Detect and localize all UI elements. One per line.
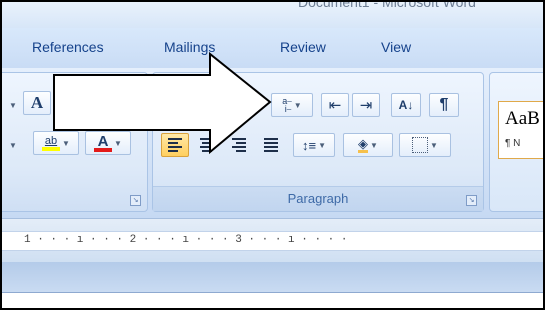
paragraph-group: a⎯ i⎯ ▼ ⇤ ⇥ A↓ ¶ ↕≡ ▼ ◈ ▼ ▼ Paragraph ↘: [152, 72, 484, 212]
horizontal-ruler[interactable]: 1 · · · ı · · · 2 · · · ı · · · 3 · · · …: [2, 218, 543, 263]
shading-button[interactable]: ◈ ▼: [343, 133, 393, 157]
align-center-icon: [200, 138, 214, 152]
line-spacing-icon: ↕≡: [301, 137, 317, 153]
paragraph-group-label: Paragraph: [153, 186, 483, 211]
window-title: Document1 - Microsoft Word: [298, 0, 476, 10]
ruler-marks: 1 · · · ı · · · 2 · · · ı · · · 3 · · · …: [24, 234, 348, 246]
style-name: ¶ N: [505, 138, 521, 149]
highlight-button[interactable]: ab ▼: [33, 131, 79, 155]
line-spacing-button[interactable]: ↕≡ ▼: [293, 133, 335, 157]
show-hide-button[interactable]: ¶: [429, 93, 459, 117]
font-color-bar: [94, 147, 113, 152]
increase-indent-icon: ⇥: [359, 97, 373, 114]
font-color-icon: A: [97, 132, 109, 150]
tab-mailings[interactable]: Mailings: [164, 39, 215, 55]
align-right-button[interactable]: [225, 133, 253, 157]
justify-icon: [264, 138, 278, 152]
highlight-color-bar: [42, 146, 61, 151]
grow-font-button[interactable]: A: [23, 91, 51, 115]
title-bar: Document1 - Microsoft Word: [2, 2, 543, 28]
styles-group: AaB ¶ N: [489, 72, 543, 212]
document-page[interactable]: [2, 292, 543, 308]
increase-indent-button[interactable]: ⇥: [352, 93, 380, 117]
document-background: [2, 262, 543, 292]
align-right-icon: [232, 138, 246, 152]
grow-font-icon: A: [30, 93, 44, 112]
pilcrow-icon: ¶: [439, 96, 449, 113]
sort-icon: A↓: [398, 98, 414, 112]
tab-review[interactable]: Review: [280, 39, 326, 55]
center-button[interactable]: [193, 133, 221, 157]
highlighter-icon: ab: [44, 134, 58, 147]
multilevel-list-icon: a⎯ i⎯: [282, 96, 292, 114]
word-window: Document1 - Microsoft Word References Ma…: [0, 0, 545, 310]
font-group: ▼ A ▼ ab ▼ A ▼ ↘: [2, 72, 148, 212]
ribbon-tabs: References Mailings Review View: [2, 28, 543, 69]
decrease-indent-button[interactable]: ⇤: [321, 93, 349, 117]
style-preview-text: AaB: [505, 108, 540, 129]
align-left-button[interactable]: [161, 133, 189, 157]
normal-style-tile[interactable]: AaB ¶ N: [498, 101, 543, 159]
tab-references[interactable]: References: [32, 39, 104, 55]
font-dialog-launcher[interactable]: ↘: [130, 195, 141, 206]
font-size-dropdown[interactable]: ▼: [5, 93, 19, 117]
justify-button[interactable]: [257, 133, 285, 157]
paragraph-dialog-launcher[interactable]: ↘: [466, 195, 477, 206]
paint-bucket-icon: ◈: [358, 136, 369, 153]
tab-view[interactable]: View: [381, 39, 411, 55]
sort-button[interactable]: A↓: [391, 93, 421, 117]
align-left-icon: [168, 138, 182, 152]
borders-button[interactable]: ▼: [399, 133, 451, 157]
borders-icon: [412, 137, 429, 153]
multilevel-list-button[interactable]: a⎯ i⎯ ▼: [271, 93, 313, 117]
font-color-button[interactable]: A ▼: [85, 131, 131, 155]
effects-dropdown[interactable]: ▼: [5, 133, 19, 157]
ribbon: ▼ A ▼ ab ▼ A ▼ ↘ a⎯ i⎯ ▼ ⇤ ⇥ A↓ ¶ ↕≡ ▼ ◈…: [2, 68, 543, 218]
decrease-indent-icon: ⇤: [328, 97, 342, 114]
